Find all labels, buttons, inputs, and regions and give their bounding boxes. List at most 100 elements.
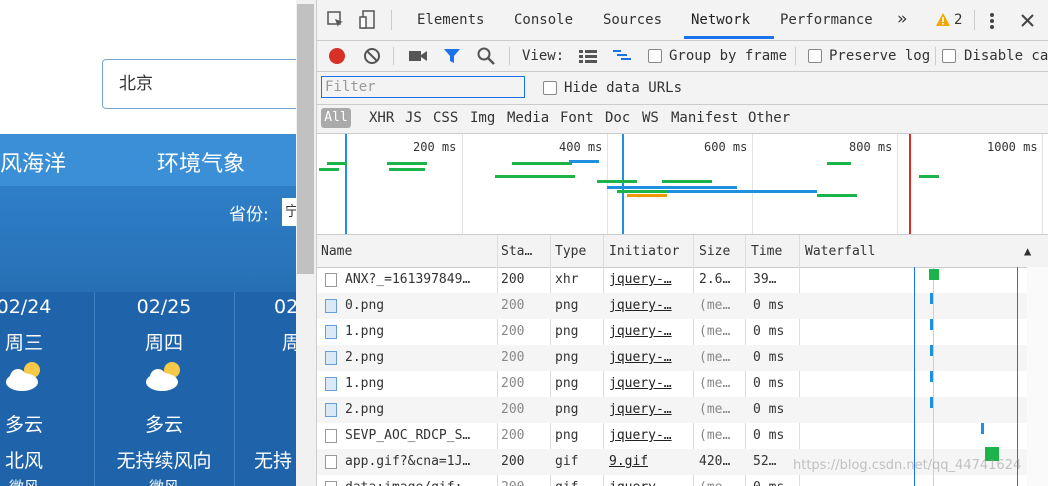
preserve-log-checkbox[interactable] (808, 49, 822, 63)
column-type[interactable]: Type (555, 244, 586, 259)
warning-count[interactable]: 2 (954, 12, 962, 28)
network-toolbar: View: Group by frame Preserve log Disabl… (317, 41, 1048, 72)
filter-input[interactable]: Filter (321, 76, 525, 98)
table-row[interactable]: 0.png 200 png jquery-… (me… 0 ms (317, 293, 1048, 319)
type-filter-media[interactable]: Media (507, 110, 549, 126)
request-status: 200 (501, 480, 524, 486)
waterfall-bar (930, 319, 933, 330)
type-filter-all[interactable]: All (321, 108, 351, 128)
table-row[interactable]: SEVP_AOC_RDCP_S… 200 png jquery-… (me… 0 ms (317, 423, 1048, 449)
page-scrollbar-thumb[interactable] (297, 4, 314, 274)
request-size: (me… (699, 480, 730, 486)
tab-console[interactable]: Console (514, 12, 573, 28)
overview-gridline (752, 134, 753, 234)
image-file-icon (325, 325, 337, 339)
province-select[interactable]: 宁 (282, 198, 296, 226)
table-row[interactable]: 2.png 200 png jquery-… (me… 0 ms (317, 397, 1048, 423)
clear-icon[interactable] (363, 47, 381, 65)
request-size: (me… (699, 376, 731, 391)
column-size[interactable]: Size (699, 244, 730, 259)
request-initiator[interactable]: jquery-… (609, 402, 672, 417)
request-initiator[interactable]: jquery-… (609, 272, 672, 287)
request-name: 2.png (345, 350, 385, 365)
divider (795, 47, 796, 65)
column-waterfall[interactable]: Waterfall (805, 244, 875, 259)
request-status: 200 (501, 376, 525, 391)
overview-gridline (897, 134, 898, 234)
more-tabs-icon[interactable]: » (897, 9, 907, 29)
type-filter-ws[interactable]: WS (642, 110, 659, 126)
network-overview[interactable]: 200 ms 400 ms 600 ms 800 ms 1000 ms (317, 134, 1048, 235)
city-search-input[interactable]: 北京 (102, 59, 296, 109)
tab-sources[interactable]: Sources (603, 12, 662, 28)
tab-elements[interactable]: Elements (417, 12, 484, 28)
request-type: png (555, 428, 579, 443)
waterfall-bar (981, 423, 984, 434)
record-icon[interactable] (328, 47, 346, 65)
table-scrollbar[interactable] (1027, 267, 1048, 486)
overview-bar (817, 194, 857, 197)
inspect-icon[interactable] (327, 11, 345, 29)
table-row[interactable]: data:image/gif;… 200 gif jquery-… (me… 0 ms (317, 475, 1048, 486)
table-row[interactable]: 1.png 200 png jquery-… (me… 0 ms (317, 371, 1048, 397)
request-initiator[interactable]: jquery-… (609, 350, 672, 365)
waterfall-dcl-line (914, 267, 915, 486)
group-by-frame-checkbox[interactable] (648, 49, 662, 63)
request-initiator[interactable]: jquery-… (609, 298, 672, 313)
divider (391, 10, 392, 30)
request-table-header: Name Sta… Type Initiator Size Time Water… (317, 235, 1048, 268)
disable-cache-checkbox[interactable] (942, 49, 956, 63)
request-name: 0.png (345, 298, 385, 313)
type-filter-xhr[interactable]: XHR (369, 110, 394, 126)
request-initiator[interactable]: 9.gif (609, 454, 648, 469)
request-time: 0 ms (753, 428, 785, 443)
overview-label: 600 ms (704, 140, 748, 154)
large-rows-icon[interactable] (579, 49, 597, 63)
waterfall-load-line (1017, 267, 1018, 486)
type-filter-js[interactable]: JS (405, 110, 422, 126)
load-marker (909, 134, 911, 234)
hide-data-urls-checkbox[interactable] (543, 81, 557, 95)
column-status[interactable]: Sta… (501, 244, 532, 259)
close-icon[interactable] (1021, 14, 1034, 27)
screenshot-camera-icon[interactable] (408, 49, 428, 63)
filter-icon[interactable] (443, 48, 461, 64)
document-file-icon (325, 273, 337, 287)
nav-item-environment[interactable]: 环境气象 (157, 146, 245, 178)
type-filter-other[interactable]: Other (748, 110, 790, 126)
type-filter-font[interactable]: Font (560, 110, 594, 126)
kebab-menu-icon[interactable] (989, 12, 995, 30)
request-initiator[interactable]: jquery-… (609, 480, 672, 486)
image-file-icon (325, 351, 337, 365)
sort-ascending-icon[interactable]: ▲ (1024, 244, 1031, 258)
type-filter-doc[interactable]: Doc (605, 110, 630, 126)
view-label: View: (522, 48, 565, 64)
type-filter-img[interactable]: Img (470, 110, 495, 126)
device-toggle-icon[interactable] (359, 10, 377, 30)
type-filter-manifest[interactable]: Manifest (671, 110, 738, 126)
tab-performance[interactable]: Performance (780, 12, 873, 28)
column-initiator[interactable]: Initiator (609, 244, 679, 259)
overview-bar (662, 180, 712, 183)
nav-item-ocean[interactable]: 风海洋 (0, 146, 66, 178)
request-type: gif (555, 454, 579, 469)
request-time: 0 ms (753, 350, 785, 365)
warning-icon[interactable] (935, 12, 951, 27)
type-filter-css[interactable]: CSS (433, 110, 458, 126)
search-icon[interactable] (477, 47, 495, 65)
waterfall-overview-icon[interactable] (613, 49, 633, 63)
request-initiator[interactable]: jquery-… (609, 376, 672, 391)
waterfall-bar (930, 371, 933, 382)
overview-bar (827, 162, 851, 165)
tab-network[interactable]: Network (691, 12, 750, 28)
request-initiator[interactable]: jquery-… (609, 428, 672, 443)
table-row[interactable]: 2.png 200 png jquery-… (me… 0 ms (317, 345, 1048, 371)
request-name: 2.png (345, 402, 385, 417)
column-name[interactable]: Name (321, 244, 352, 259)
column-time[interactable]: Time (751, 244, 782, 259)
request-status: 200 (501, 350, 525, 365)
overview-bar (319, 168, 339, 171)
table-row[interactable]: 1.png 200 png jquery-… (me… 0 ms (317, 319, 1048, 345)
forecast-day: 02/25 周四 多云 无持续风向 微风 (94, 292, 234, 486)
request-initiator[interactable]: jquery-… (609, 324, 672, 339)
